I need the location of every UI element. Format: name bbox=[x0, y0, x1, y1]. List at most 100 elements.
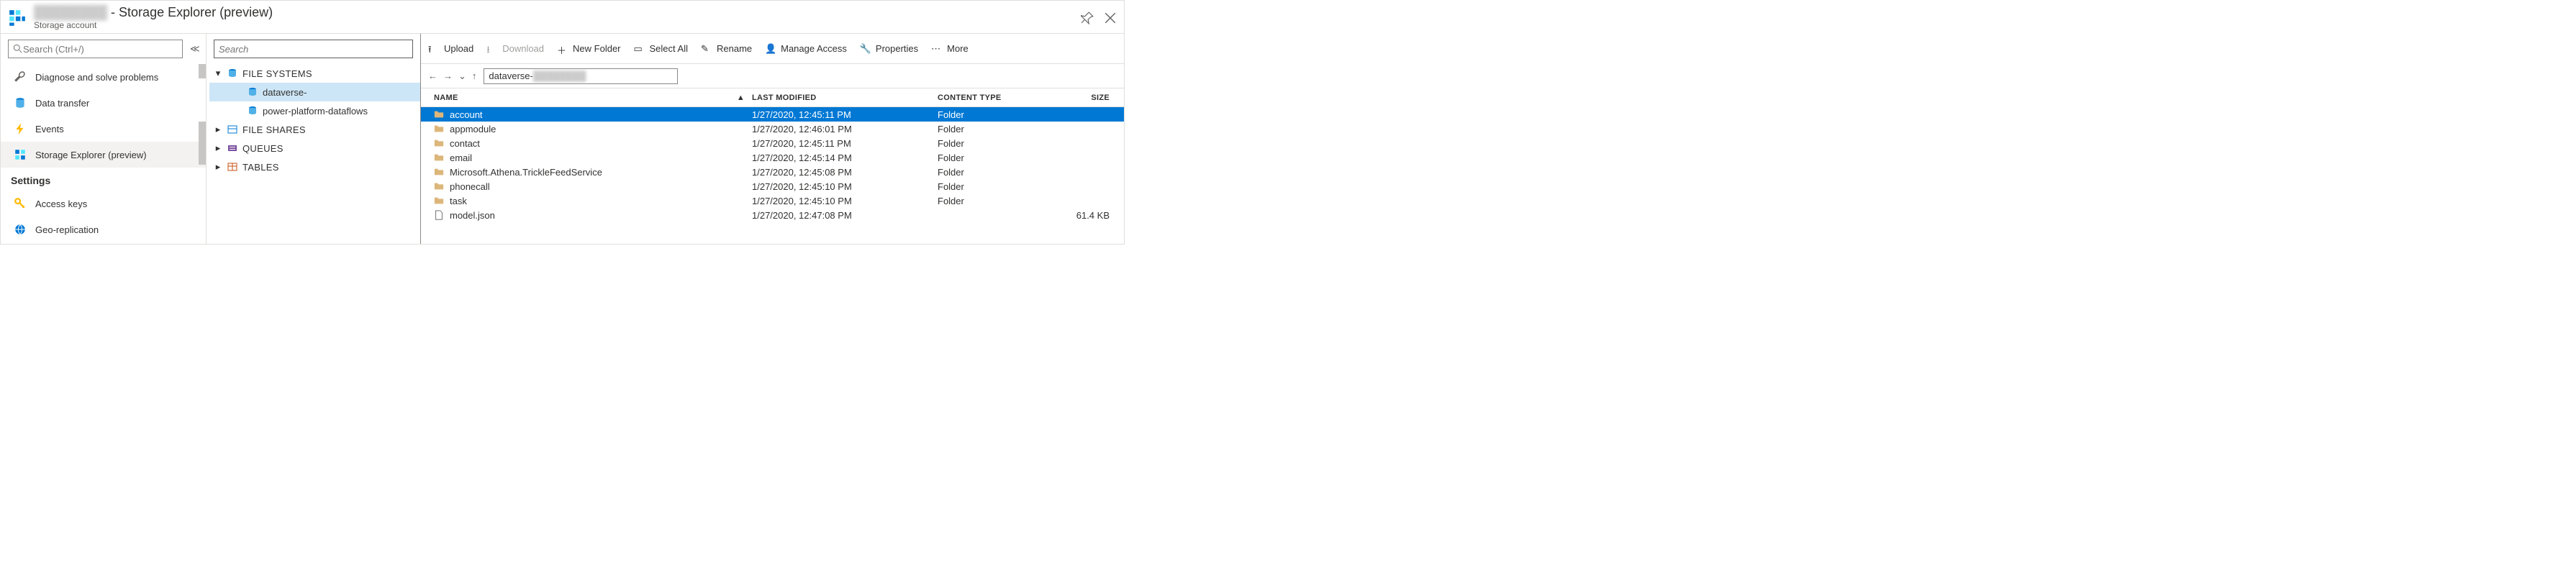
wrench-icon bbox=[14, 70, 27, 83]
cell-name: phonecall bbox=[450, 181, 490, 192]
tree-group-label: FILE SYSTEMS bbox=[242, 68, 312, 79]
nav-item-data-transfer[interactable]: Data transfer bbox=[1, 90, 206, 116]
cell-type: Folder bbox=[938, 167, 1053, 178]
nav-item-label: Events bbox=[35, 124, 64, 134]
upload-button[interactable]: ⭱Upload bbox=[428, 43, 473, 55]
nav-search-input[interactable] bbox=[23, 44, 178, 55]
header-titles: ████████ - Storage Explorer (preview) St… bbox=[34, 5, 1081, 30]
close-icon[interactable] bbox=[1104, 12, 1117, 24]
table-row[interactable]: email1/27/2020, 12:45:14 PMFolder bbox=[421, 150, 1124, 165]
col-modified[interactable]: LAST MODIFIED bbox=[752, 94, 938, 102]
table-row[interactable]: model.json1/27/2020, 12:47:08 PM61.4 KB bbox=[421, 208, 1124, 222]
scrollbar-thumb[interactable] bbox=[199, 122, 206, 165]
col-name[interactable]: NAME▲ bbox=[421, 94, 752, 102]
grid-body: account1/27/2020, 12:45:11 PMFolderappmo… bbox=[421, 107, 1124, 244]
nav-item-diagnose-and-solve-problems[interactable]: Diagnose and solve problems bbox=[1, 64, 206, 90]
cell-modified: 1/27/2020, 12:45:14 PM bbox=[752, 152, 938, 163]
cell-type: Folder bbox=[938, 152, 1053, 163]
folder-icon bbox=[434, 167, 444, 177]
person-icon: 👤 bbox=[765, 43, 776, 55]
nav-item-events[interactable]: Events bbox=[1, 116, 206, 142]
properties-button[interactable]: 🔧Properties bbox=[860, 43, 918, 55]
manage-access-button[interactable]: 👤Manage Access bbox=[765, 43, 847, 55]
wrench-icon: 🔧 bbox=[860, 43, 871, 55]
cell-modified: 1/27/2020, 12:46:01 PM bbox=[752, 124, 938, 134]
tree-search-input[interactable] bbox=[219, 44, 408, 55]
table-row[interactable]: appmodule1/27/2020, 12:46:01 PMFolder bbox=[421, 122, 1124, 136]
file-icon bbox=[434, 210, 444, 220]
breadcrumb-row: ← → ⌄ ↑ dataverse- ████████ bbox=[421, 64, 1124, 88]
tree-group-file-systems[interactable]: ▾ FILE SYSTEMS bbox=[209, 64, 420, 83]
back-icon[interactable]: ← bbox=[428, 70, 437, 82]
tree-group-queues[interactable]: ▸QUEUES bbox=[209, 139, 420, 158]
cell-type: Folder bbox=[938, 109, 1053, 120]
tree-group-label: TABLES bbox=[242, 162, 279, 173]
nav-item-storage-explorer-preview-[interactable]: Storage Explorer (preview) bbox=[1, 142, 206, 168]
nav-item-geo-replication[interactable]: Geo-replication bbox=[1, 216, 206, 242]
key-icon bbox=[14, 197, 27, 210]
chevron-down-icon[interactable]: ⌄ bbox=[458, 70, 466, 82]
cell-modified: 1/27/2020, 12:45:11 PM bbox=[752, 109, 938, 120]
path-text: dataverse- bbox=[489, 70, 532, 81]
tree-panel: ▾ FILE SYSTEMS dataverse-power-platform-da… bbox=[207, 34, 421, 244]
cell-type: Folder bbox=[938, 196, 1053, 206]
search-icon bbox=[13, 44, 23, 54]
folder-icon bbox=[434, 124, 444, 134]
download-button[interactable]: ⭳Download bbox=[486, 43, 544, 55]
nav-item-label: Access keys bbox=[35, 199, 87, 209]
tree-item-power-platform-dataflows[interactable]: power-platform-dataflows bbox=[209, 101, 420, 120]
twist-icon: ▾ bbox=[214, 68, 222, 79]
rename-icon: ✎ bbox=[701, 43, 712, 55]
tree-item-label: power-platform-dataflows bbox=[263, 106, 368, 117]
header-buttons bbox=[1081, 12, 1117, 24]
cell-name: contact bbox=[450, 138, 480, 149]
tree-group-tables[interactable]: ▸TABLES bbox=[209, 158, 420, 176]
nav-item-label: Data transfer bbox=[35, 98, 89, 109]
up-icon[interactable]: ↑ bbox=[472, 70, 477, 82]
table-row[interactable]: account1/27/2020, 12:45:11 PMFolder bbox=[421, 107, 1124, 122]
table-row[interactable]: contact1/27/2020, 12:45:11 PMFolder bbox=[421, 136, 1124, 150]
col-type[interactable]: CONTENT TYPE bbox=[938, 94, 1053, 102]
toolbar: ⭱Upload ⭳Download ＋New Folder ▭Select Al… bbox=[421, 34, 1124, 64]
pin-icon[interactable] bbox=[1081, 12, 1094, 24]
more-button[interactable]: ⋯More bbox=[931, 43, 969, 55]
cell-type: Folder bbox=[938, 181, 1053, 192]
table-row[interactable]: Microsoft.Athena.TrickleFeedService1/27/… bbox=[421, 165, 1124, 179]
tree-search-box[interactable] bbox=[214, 40, 413, 58]
tree-group-label: FILE SHARES bbox=[242, 124, 306, 135]
nav-item-access-keys[interactable]: Access keys bbox=[1, 191, 206, 216]
select-all-button[interactable]: ▭Select All bbox=[634, 43, 688, 55]
cell-size: 61.4 KB bbox=[1053, 210, 1124, 221]
nav-items: Diagnose and solve problems Data transfer… bbox=[1, 64, 206, 244]
app-root: ████████ - Storage Explorer (preview) St… bbox=[0, 0, 1125, 245]
tables-icon bbox=[227, 161, 238, 173]
col-size[interactable]: SIZE bbox=[1053, 94, 1124, 102]
tree-item-dataverse-[interactable]: dataverse- bbox=[209, 83, 420, 101]
queues-icon bbox=[227, 142, 238, 154]
tree: ▾ FILE SYSTEMS dataverse-power-platform-da… bbox=[207, 64, 420, 176]
select-all-icon: ▭ bbox=[634, 43, 645, 55]
collapse-nav-icon[interactable]: ≪ bbox=[190, 43, 200, 55]
folder-icon bbox=[434, 109, 444, 119]
cell-modified: 1/27/2020, 12:45:10 PM bbox=[752, 196, 938, 206]
nav-search-box[interactable] bbox=[8, 40, 183, 58]
path-box[interactable]: dataverse- ████████ bbox=[484, 68, 678, 84]
cell-modified: 1/27/2020, 12:45:08 PM bbox=[752, 167, 938, 178]
upload-icon: ⭱ bbox=[428, 43, 440, 55]
tree-group-file-shares[interactable]: ▸FILE SHARES bbox=[209, 120, 420, 139]
scrollbar-up[interactable] bbox=[199, 64, 206, 78]
cell-name: task bbox=[450, 196, 467, 206]
sort-asc-icon: ▲ bbox=[737, 94, 745, 102]
bolt-icon bbox=[14, 122, 27, 135]
nav-item-label: Diagnose and solve problems bbox=[35, 72, 158, 83]
more-icon: ⋯ bbox=[931, 43, 943, 55]
rename-button[interactable]: ✎Rename bbox=[701, 43, 752, 55]
cylinder-blue-icon bbox=[227, 68, 238, 79]
table-row[interactable]: task 1/27/2020, 12:45:10 PMFolder bbox=[421, 193, 1124, 208]
table-row[interactable]: phonecall1/27/2020, 12:45:10 PMFolder bbox=[421, 179, 1124, 193]
forward-icon[interactable]: → bbox=[443, 70, 453, 82]
globe-icon bbox=[14, 223, 27, 236]
new-folder-button[interactable]: ＋New Folder bbox=[557, 43, 620, 55]
cell-modified: 1/27/2020, 12:45:11 PM bbox=[752, 138, 938, 149]
folder-icon bbox=[434, 196, 444, 206]
